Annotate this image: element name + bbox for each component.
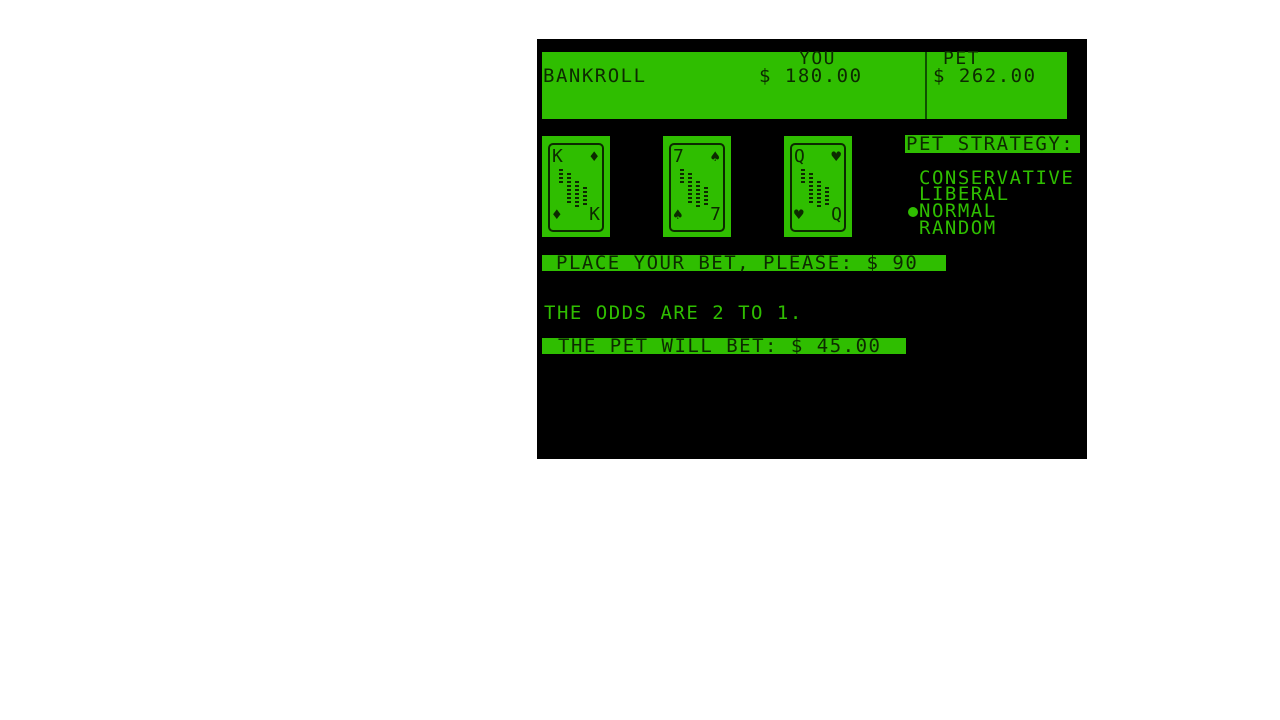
pet-bet-text: THE PET WILL BET: $ 45.00	[558, 335, 882, 357]
diamond-icon: ♦	[552, 205, 562, 224]
card-rank: K	[552, 146, 563, 167]
card-rank: K	[589, 204, 600, 225]
odds-text: THE ODDS ARE 2 TO 1.	[544, 302, 803, 324]
bankroll-divider	[925, 52, 927, 119]
card-king-of-diamonds: K ♦ ♦ K	[542, 136, 610, 237]
strategy-option-random[interactable]: RANDOM	[919, 219, 997, 238]
card-rank: Q	[831, 204, 842, 225]
strategy-title: PET STRATEGY:	[906, 133, 1075, 155]
card-rank: 7	[710, 204, 721, 225]
game-screen: YOU PET BANKROLL $ 180.00 $ 262.00 K ♦ ♦…	[537, 39, 1087, 459]
card-queen-of-hearts: Q ♥ ♥ Q	[784, 136, 852, 237]
card-pattern	[559, 169, 593, 207]
you-bankroll-amount: $ 180.00	[759, 65, 863, 87]
card-seven-of-spades: 7 ♠ ♠ 7	[663, 136, 731, 237]
spade-icon: ♠	[673, 205, 683, 224]
bet-prompt[interactable]: PLACE YOUR BET, PLEASE: $ 90	[556, 254, 918, 273]
selected-indicator-icon	[908, 207, 918, 217]
pet-bankroll-amount: $ 262.00	[933, 65, 1037, 87]
diamond-icon: ♦	[589, 147, 599, 166]
card-rank: Q	[794, 146, 805, 167]
heart-icon: ♥	[831, 147, 841, 166]
spade-icon: ♠	[710, 147, 720, 166]
card-rank: 7	[673, 146, 684, 167]
bankroll-label: BANKROLL	[543, 65, 647, 87]
heart-icon: ♥	[794, 205, 804, 224]
card-pattern	[680, 169, 714, 207]
card-pattern	[801, 169, 835, 207]
